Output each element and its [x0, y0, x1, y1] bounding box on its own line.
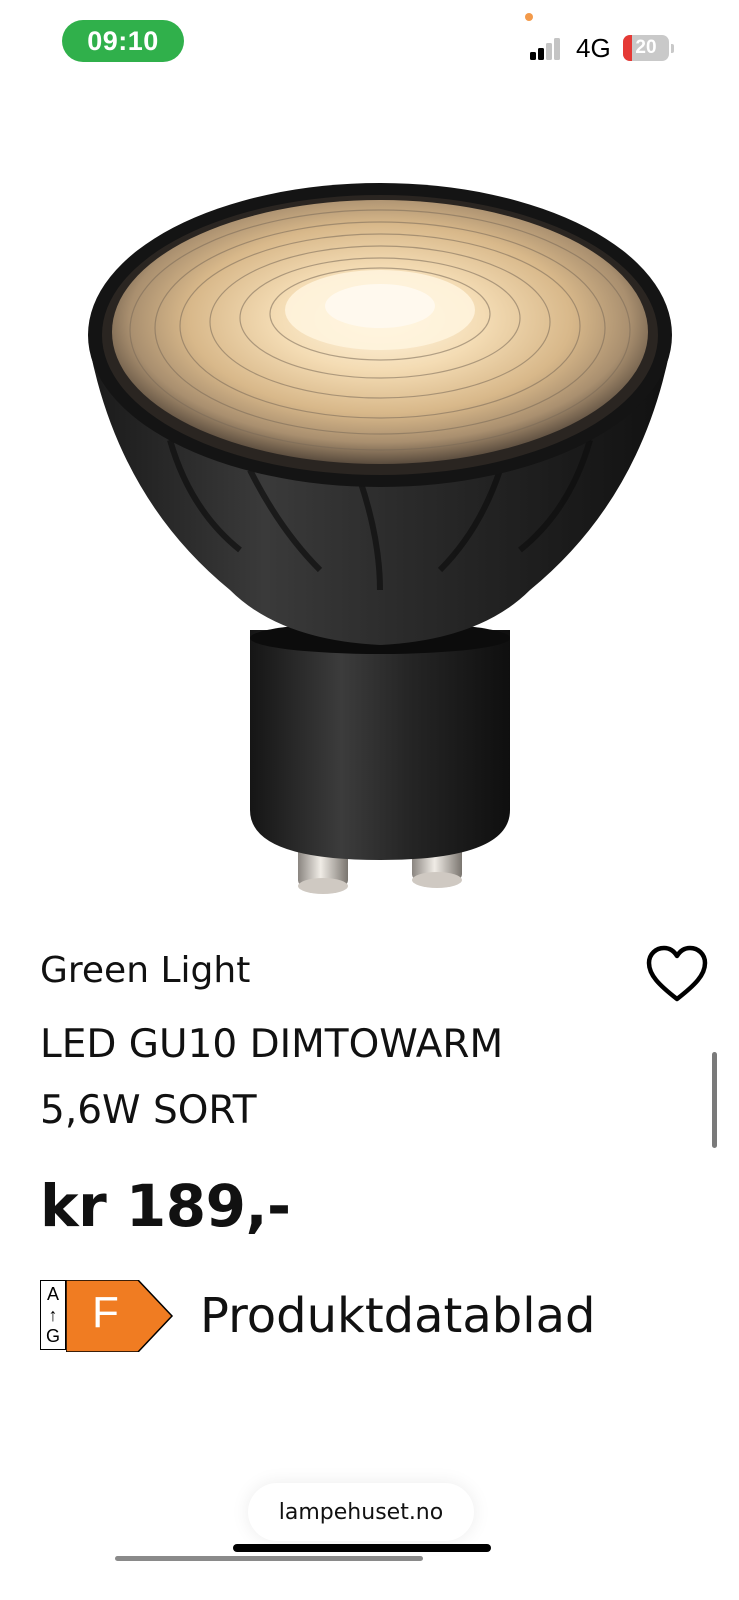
- heart-outline-icon[interactable]: [645, 945, 709, 1005]
- product-price: kr 189,-: [40, 1172, 291, 1240]
- signal-bar: [538, 48, 544, 60]
- energy-class-arrow-icon: [66, 1280, 174, 1352]
- product-datasheet-link[interactable]: Produktdatablad: [200, 1288, 595, 1344]
- privacy-indicator-dot: [525, 13, 533, 21]
- horizontal-scroll-indicator: [115, 1556, 423, 1561]
- product-image[interactable]: [80, 170, 680, 900]
- battery-icon: 20: [623, 35, 674, 61]
- cellular-signal-icon: [530, 38, 566, 60]
- product-title-line-2: 5,6W SORT: [40, 1088, 257, 1133]
- energy-label-badge[interactable]: A ↑ G F: [40, 1280, 174, 1354]
- battery-percentage: 20: [635, 37, 657, 58]
- home-indicator[interactable]: [233, 1544, 491, 1552]
- status-bar: 09:10 4G 20: [0, 0, 739, 90]
- energy-scale-arrow-icon: ↑: [48, 1304, 58, 1325]
- product-title: LED GU10 DIMTOWARM 5,6W SORT: [40, 1012, 640, 1144]
- product-brand[interactable]: Green Light: [40, 950, 250, 991]
- signal-bar: [554, 38, 560, 60]
- network-type: 4G: [576, 33, 611, 63]
- energy-scale-top: A: [46, 1283, 59, 1304]
- signal-bar: [546, 43, 552, 60]
- signal-bar: [530, 52, 536, 60]
- url-bar[interactable]: lampehuset.no: [248, 1483, 474, 1541]
- energy-scale: A ↑ G: [40, 1280, 66, 1350]
- energy-scale-bottom: G: [45, 1326, 60, 1347]
- status-time: 09:10: [62, 20, 184, 62]
- product-title-line-1: LED GU10 DIMTOWARM: [40, 1022, 504, 1067]
- energy-class-letter: F: [92, 1288, 119, 1337]
- vertical-scroll-indicator: [712, 1052, 717, 1148]
